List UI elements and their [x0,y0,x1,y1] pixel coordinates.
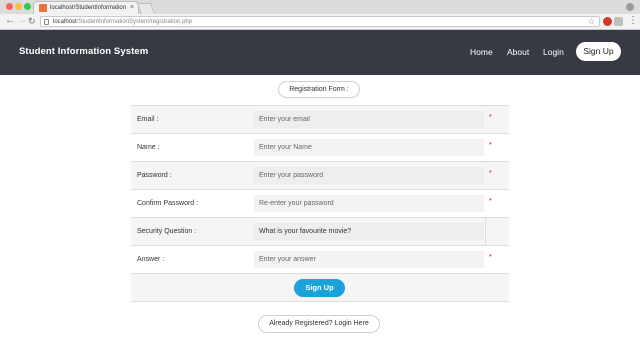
form-title: Registration Form : [278,81,360,98]
answer-label: Answer : [137,256,165,263]
page-info-icon[interactable] [44,19,49,25]
answer-required-mark: * [489,254,492,261]
security-question-select[interactable]: What is your favourite movie? [254,223,484,240]
site-brand[interactable]: Student Information System [19,45,148,59]
email-required-mark: * [489,114,492,121]
browser-tab-strip: localhost/StudentInformationS × [0,0,640,14]
site-navbar: Student Information System Home About Lo… [0,30,640,75]
password-label: Password : [137,172,172,179]
window-close-button[interactable] [6,3,13,10]
password-row: Password : * [131,161,509,189]
window-minimize-button[interactable] [15,3,22,10]
sign-up-submit-button[interactable]: Sign Up [294,279,345,297]
submit-row: Sign Up [131,273,509,302]
tab-title: localhost/StudentInformationS [50,5,126,11]
column-divider [485,218,486,245]
password-field[interactable] [254,167,484,184]
nav-login-link[interactable]: Login [543,46,564,58]
url-path: /StudentInformationSystem/registration.p… [76,19,193,25]
nav-about-link[interactable]: About [507,46,529,58]
security-question-label: Security Question : [137,228,197,235]
reload-icon[interactable]: ↻ [28,15,36,27]
answer-row: Answer : * [131,245,509,273]
security-question-row: Security Question : What is your favouri… [131,217,509,245]
url-text[interactable]: localhost/StudentInformationSystem/regis… [53,17,192,27]
name-field[interactable] [254,139,484,156]
adblock-extension-icon[interactable] [603,17,612,26]
email-field[interactable] [254,111,484,128]
name-label: Name : [137,144,160,151]
browser-menu-icon[interactable]: ⋮ [628,14,638,28]
window-maximize-button[interactable] [24,3,31,10]
confirm-password-field[interactable] [254,195,484,212]
new-tab-button[interactable] [136,3,156,14]
confirm-password-label: Confirm Password : [137,200,199,207]
nav-signup-button[interactable]: Sign Up [576,42,621,61]
tab-close-icon[interactable]: × [130,3,134,13]
name-required-mark: * [489,142,492,149]
name-row: Name : * [131,133,509,161]
forward-arrow-icon[interactable]: → [17,15,27,27]
confirm-password-required-mark: * [489,198,492,205]
profile-icon[interactable] [626,3,634,11]
password-required-mark: * [489,170,492,177]
answer-field[interactable] [254,251,484,268]
browser-toolbar: ← → ↻ localhost/StudentInformationSystem… [0,14,640,30]
extension-icon[interactable] [614,17,623,26]
back-arrow-icon[interactable]: ← [5,15,15,27]
email-row: Email : * [131,105,509,133]
browser-tab[interactable]: localhost/StudentInformationS × [33,1,139,14]
confirm-password-row: Confirm Password : * [131,189,509,217]
address-bar[interactable]: localhost/StudentInformationSystem/regis… [40,16,600,27]
bookmark-star-icon[interactable]: ☆ [588,16,595,27]
already-registered-login-link[interactable]: Already Registered? Login Here [258,315,380,333]
nav-home-link[interactable]: Home [470,46,493,58]
favicon-icon [39,4,47,12]
url-host: localhost [53,19,77,25]
email-label: Email : [137,116,159,123]
registration-form: Email : * Name : * Password : * Confirm … [131,105,509,302]
